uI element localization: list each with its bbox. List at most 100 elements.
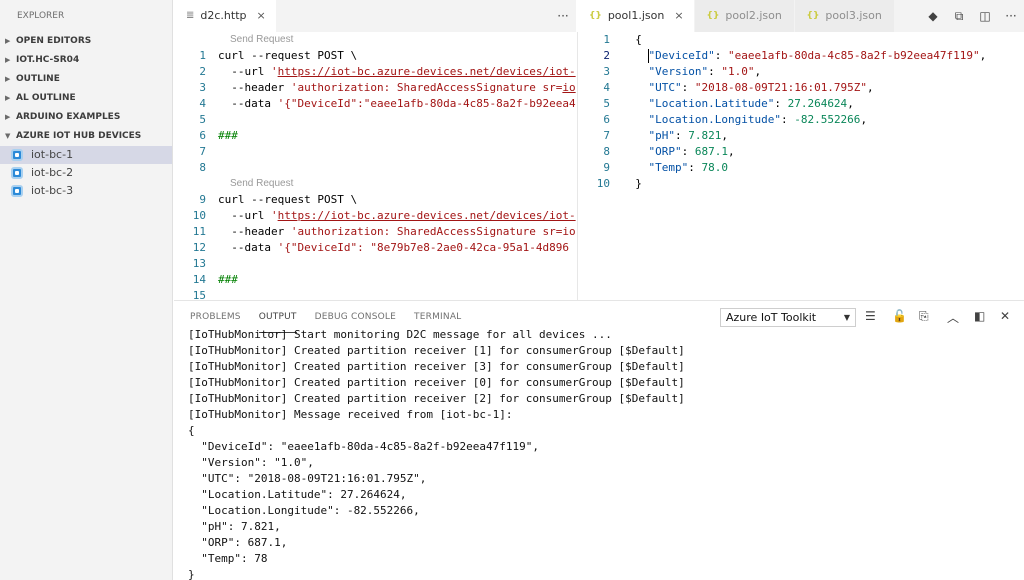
- device-chip-icon: [11, 185, 23, 197]
- output-channel-select[interactable]: Azure IoT Toolkit ▼: [720, 308, 856, 327]
- output-line: {: [188, 424, 195, 437]
- close-icon[interactable]: ×: [674, 0, 683, 32]
- output-line: "Temp": 78: [188, 552, 268, 565]
- code-text: ###: [218, 272, 238, 288]
- clear-output-icon[interactable]: ☰: [865, 309, 876, 323]
- editor-tabbar-left: ≣ d2c.http × ···: [174, 0, 576, 32]
- code-line: 1 {: [578, 32, 1024, 48]
- code-text: "Version": "1.0",: [622, 64, 761, 80]
- line-number: 2: [603, 49, 610, 62]
- http-file-icon: ≣: [186, 10, 195, 21]
- code-text: "pH": 7.821,: [622, 128, 728, 144]
- line-number: 11: [192, 225, 206, 238]
- output-line: [IoTHubMonitor] Created partition receiv…: [188, 392, 685, 405]
- code-token: :: [774, 97, 788, 110]
- send-request-codelens[interactable]: Send Request: [174, 32, 576, 48]
- code-token: 78.0: [701, 161, 728, 174]
- output-line: [IoTHubMonitor] Created partition receiv…: [188, 360, 685, 373]
- code-line: 12 --data '{"DeviceId": "8e79b7e8-2ae0-4…: [174, 240, 576, 256]
- line-number: 5: [199, 113, 206, 126]
- sidebar-section[interactable]: ▶ AL OUTLINE: [0, 89, 172, 108]
- code-text: }: [622, 176, 642, 192]
- code-line: 4 --data '{"DeviceId":"eaee1afb-80da-4c8…: [174, 96, 576, 112]
- more-actions-icon[interactable]: ···: [550, 9, 576, 23]
- line-number: 6: [199, 129, 206, 142]
- device-item[interactable]: iot-bc-1: [0, 146, 172, 164]
- json-file-icon: {}: [706, 11, 720, 21]
- line-number: 5: [603, 97, 610, 110]
- line-number: 8: [199, 161, 206, 174]
- close-icon[interactable]: ×: [257, 0, 266, 32]
- output-line: }: [188, 568, 195, 580]
- code-token: '{"DeviceId":"eaee1afb-80da-4c85-8a2f-b9…: [277, 97, 576, 110]
- device-item[interactable]: iot-bc-3: [0, 182, 172, 200]
- sidebar-section-label: OUTLINE: [16, 74, 60, 84]
- chevron-down-icon: ▼: [5, 132, 11, 140]
- open-log-icon[interactable]: ⎘: [919, 309, 929, 324]
- code-token: ': [270, 209, 278, 222]
- more-actions-icon[interactable]: ···: [998, 9, 1024, 23]
- maximize-panel-icon[interactable]: ︿: [947, 309, 959, 326]
- tab-d2c-http[interactable]: ≣ d2c.http ×: [174, 0, 277, 32]
- code-text: --data '{"DeviceId":"eaee1afb-80da-4c85-…: [218, 96, 576, 112]
- code-line: 9 "Temp": 78.0: [578, 160, 1024, 176]
- open-changes-icon[interactable]: ◆: [920, 9, 946, 23]
- tab-pool2-json[interactable]: {} pool2.json: [694, 0, 795, 32]
- code-token: ': [270, 65, 278, 78]
- code-text: "UTC": "2018-08-09T21:16:01.795Z",: [622, 80, 873, 96]
- device-label: iot-bc-1: [31, 148, 74, 161]
- open-preview-icon[interactable]: ⧉: [946, 9, 972, 24]
- code-token: "Version": [622, 65, 709, 78]
- code-text: ###: [218, 128, 238, 144]
- line-number: 3: [603, 65, 610, 78]
- lock-scroll-icon[interactable]: 🔓: [892, 309, 907, 323]
- device-item[interactable]: iot-bc-2: [0, 164, 172, 182]
- output-line: [IoTHubMonitor] Created partition receiv…: [188, 376, 685, 389]
- code-token: '{"DeviceId": "8e79b7e8-2ae0-42ca-95a1-4…: [277, 241, 570, 254]
- code-token: "ORP": [622, 145, 682, 158]
- code-token: 'authorization: SharedAccessSignature sr…: [290, 81, 563, 94]
- code-token: -82.552266: [794, 113, 861, 126]
- sidebar-section[interactable]: ▼ AZURE IOT HUB DEVICES: [0, 127, 172, 146]
- code-token: --header: [218, 225, 291, 238]
- sidebar-section[interactable]: ▶ OUTLINE: [0, 70, 172, 89]
- toggle-panel-position-icon[interactable]: ◧: [974, 309, 985, 323]
- line-number: 14: [192, 273, 206, 286]
- code-token: https://iot-bc.azure-devices.net/devices…: [277, 209, 576, 222]
- line-number: 7: [603, 129, 610, 142]
- sidebar-section[interactable]: ▶ ARDUINO EXAMPLES: [0, 108, 172, 127]
- code-line: 10 }: [578, 176, 1024, 192]
- send-request-codelens[interactable]: Send Request: [174, 176, 576, 192]
- code-line: 8: [174, 160, 576, 176]
- json-file-icon: {}: [589, 11, 602, 21]
- sidebar-section-label: AZURE IOT HUB DEVICES: [16, 131, 142, 141]
- split-editor-icon[interactable]: ◫: [972, 9, 998, 23]
- http-editor[interactable]: Send Request 1 curl --request POST \ 2 --u…: [174, 32, 576, 300]
- editor-tabbar-right: {} pool1.json × {} pool2.json {} pool3.j…: [577, 0, 1024, 32]
- code-token: :: [780, 113, 795, 126]
- close-panel-icon[interactable]: ✕: [1000, 309, 1010, 323]
- output-line: "Location.Latitude": 27.264624,: [188, 488, 407, 501]
- sidebar-section[interactable]: ▶ IOT.HC-SR04: [0, 51, 172, 70]
- code-line: 6 ###: [174, 128, 576, 144]
- code-line: 7 "pH": 7.821,: [578, 128, 1024, 144]
- tab-pool1-json[interactable]: {} pool1.json ×: [577, 0, 695, 32]
- code-line: 5 "Location.Latitude": 27.264624,: [578, 96, 1024, 112]
- line-number: 6: [603, 113, 610, 126]
- code-token: "1.0": [721, 65, 755, 78]
- code-token: io: [562, 81, 576, 94]
- line-number: 15: [192, 289, 206, 300]
- output-line: "Location.Longitude": -82.552266,: [188, 504, 420, 517]
- chevron-right-icon: ▶: [5, 94, 11, 102]
- chevron-right-icon: ▶: [5, 56, 11, 64]
- tab-pool3-json[interactable]: {} pool3.json: [794, 0, 895, 32]
- line-number: 1: [603, 33, 610, 46]
- code-line: 3 --header 'authorization: SharedAccessS…: [174, 80, 576, 96]
- tab-label: pool3.json: [825, 9, 882, 22]
- json-editor[interactable]: 1 {2 "DeviceId": "eaee1afb-80da-4c85-8a2…: [577, 32, 1024, 300]
- tab-label: pool1.json: [607, 9, 665, 22]
- code-token: :: [688, 161, 702, 174]
- code-token: :: [681, 145, 695, 158]
- chevron-right-icon: ▶: [5, 113, 11, 121]
- sidebar-section[interactable]: ▶ OPEN EDITORS: [0, 32, 172, 51]
